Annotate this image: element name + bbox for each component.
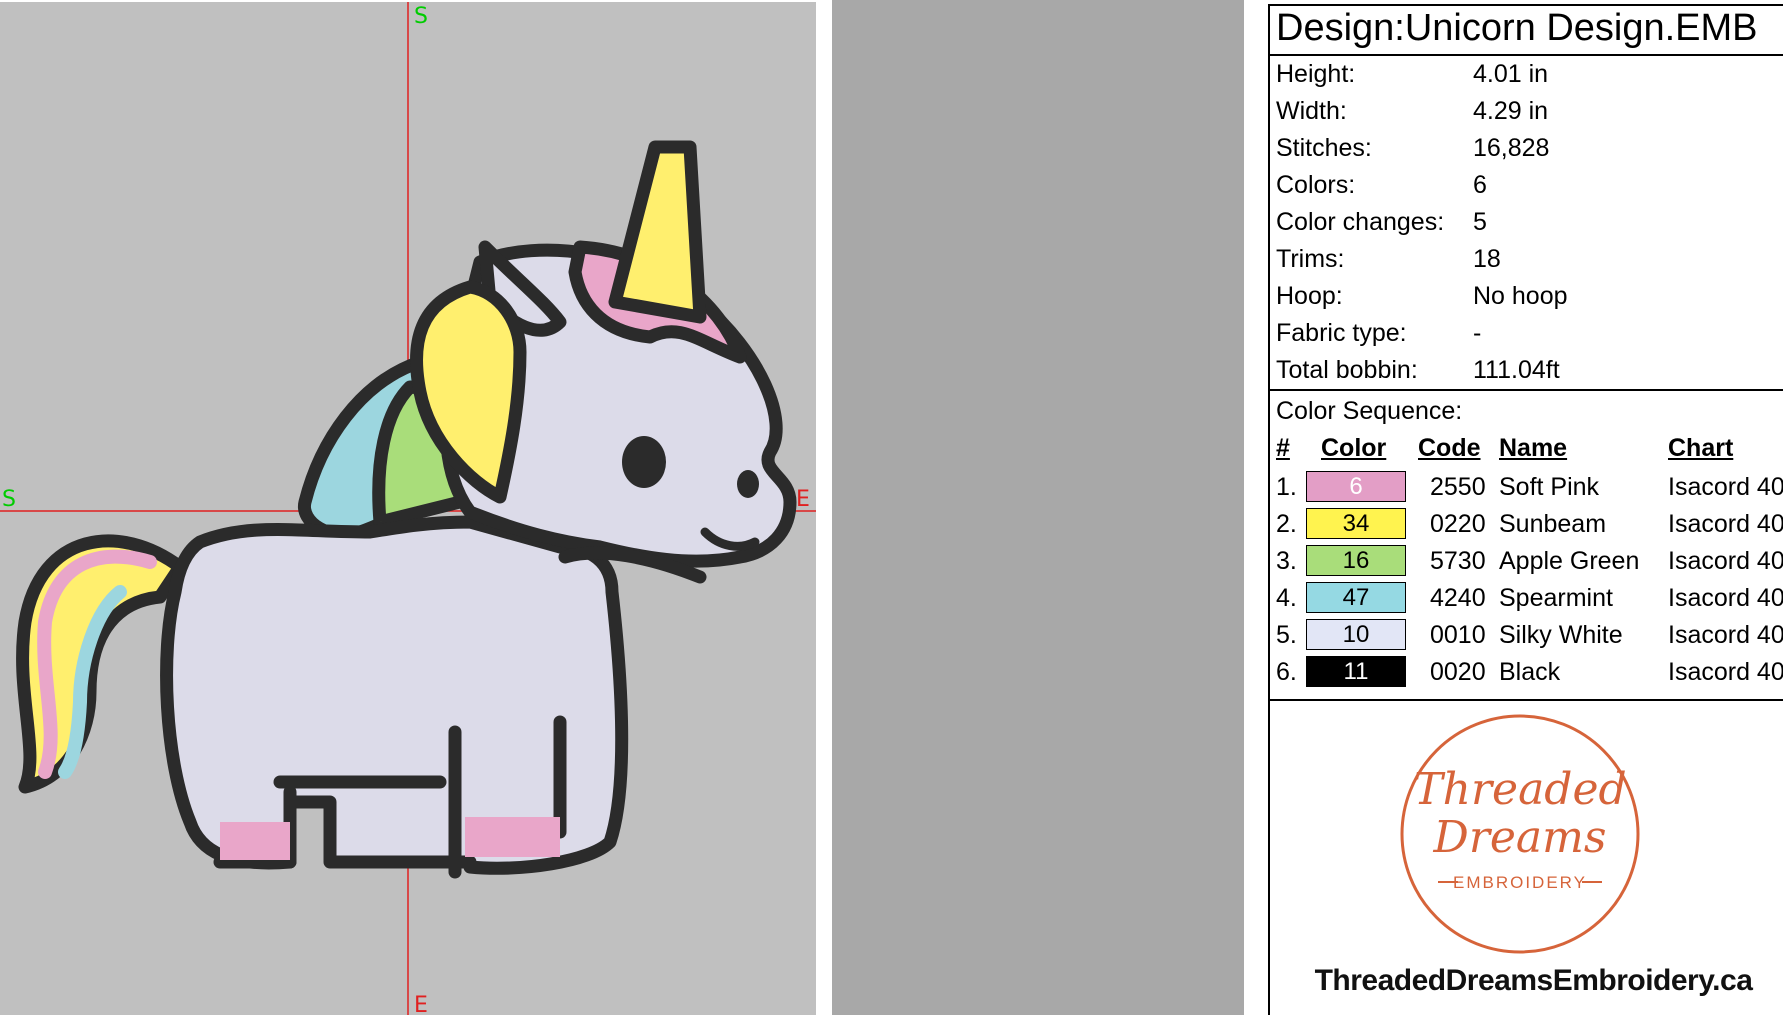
design-info-panel: Design:Unicorn Design.EMB Height: 4.01 in…: [1244, 0, 1783, 1015]
stat-value: -: [1473, 319, 1482, 347]
thread-name: Soft Pink: [1499, 473, 1600, 501]
stat-value: 6: [1473, 171, 1487, 199]
stitch-end-marker-bottom: E: [414, 993, 428, 1015]
stat-label: Stitches:: [1276, 134, 1372, 162]
thread-code: 0010: [1430, 621, 1486, 649]
canvas-border: [816, 0, 832, 1015]
thread-name: Apple Green: [1499, 547, 1640, 575]
row-index: 4.: [1276, 584, 1297, 612]
row-index: 5.: [1276, 621, 1297, 649]
stat-row: Stitches: 16,828: [1270, 130, 1783, 167]
thread-name: Black: [1499, 658, 1561, 686]
color-swatch: 47: [1306, 582, 1406, 613]
color-sequence-row[interactable]: 3. 16 5730 Apple Green Isacord 40: [1270, 543, 1783, 580]
thread-chart: Isacord 40: [1668, 473, 1783, 501]
design-stats: Height: 4.01 in Width: 4.29 in Stitches: 16,8…: [1270, 56, 1783, 389]
embroidery-design-viewer: S S E E Design:Unicorn Design.EMB Height…: [0, 0, 1783, 1015]
stat-label: Hoop:: [1276, 282, 1343, 310]
body: [160, 515, 629, 875]
color-sequence-title: Color Sequence:: [1270, 389, 1783, 429]
logo-text-embroidery: EMBROIDERY: [1453, 873, 1587, 892]
stat-label: Colors:: [1276, 171, 1356, 199]
header-code: Code: [1418, 434, 1481, 462]
stat-row: Color changes: 5: [1270, 204, 1783, 241]
design-title: Design:Unicorn Design.EMB: [1270, 4, 1783, 56]
color-sequence-table: # Color Code Name Chart 1. 6 2550 Soft Pink…: [1270, 429, 1783, 701]
thread-chart: Isacord 40: [1668, 584, 1783, 612]
row-index: 6.: [1276, 658, 1297, 686]
stat-label: Fabric type:: [1276, 319, 1407, 347]
stat-value: 111.04ft: [1473, 356, 1560, 384]
color-sequence-row[interactable]: 6. 11 0020 Black Isacord 40: [1270, 654, 1783, 691]
color-swatch: 16: [1306, 545, 1406, 576]
row-index: 1.: [1276, 473, 1297, 501]
header-index: #: [1276, 434, 1290, 462]
color-sequence-row[interactable]: 2. 34 0220 Sunbeam Isacord 40: [1270, 506, 1783, 543]
stat-row: Total bobbin: 111.04ft: [1270, 352, 1783, 389]
color-sequence-row[interactable]: 5. 10 0010 Silky White Isacord 40: [1270, 617, 1783, 654]
brand-logo: Threaded Dreams EMBROIDERY ThreadedDream…: [1270, 694, 1783, 1015]
horn: [608, 140, 707, 324]
stat-label: Trims:: [1276, 245, 1345, 273]
stat-value: 4.01 in: [1473, 60, 1549, 88]
color-swatch: 6: [1306, 471, 1406, 502]
stat-value: 5: [1473, 208, 1487, 236]
stat-value: 18: [1473, 245, 1501, 273]
stat-row: Fabric type: -: [1270, 315, 1783, 352]
stat-label: Total bobbin:: [1276, 356, 1418, 384]
header-name: Name: [1499, 434, 1568, 462]
stitch-end-marker-right: E: [796, 487, 810, 512]
unicorn-design-preview: [0, 2, 816, 1015]
stat-label: Width:: [1276, 97, 1347, 125]
color-swatch: 11: [1306, 656, 1406, 687]
stat-label: Height:: [1276, 60, 1356, 88]
thread-name: Spearmint: [1499, 584, 1613, 612]
stat-value: No hoop: [1473, 282, 1568, 310]
brand-website-url: ThreadedDreamsEmbroidery.ca: [1314, 964, 1753, 997]
thread-chart: Isacord 40: [1668, 658, 1783, 686]
thread-code: 4240: [1430, 584, 1486, 612]
thread-chart: Isacord 40: [1668, 510, 1783, 538]
stat-label: Color changes:: [1276, 208, 1445, 236]
thread-code: 2550: [1430, 473, 1486, 501]
stat-value: 4.29 in: [1473, 97, 1549, 125]
stat-row: Trims: 18: [1270, 241, 1783, 278]
eye: [622, 436, 666, 488]
design-canvas[interactable]: S S E E: [0, 0, 816, 1015]
thread-name: Sunbeam: [1499, 510, 1607, 538]
header-color: Color: [1321, 434, 1387, 462]
thread-code: 0020: [1430, 658, 1486, 686]
thread-code: 5730: [1430, 547, 1486, 575]
stitch-start-marker-left: S: [2, 487, 16, 512]
workspace-background: [832, 0, 1244, 1015]
stat-row: Hoop: No hoop: [1270, 278, 1783, 315]
header-chart: Chart: [1668, 434, 1734, 462]
stat-row: Width: 4.29 in: [1270, 93, 1783, 130]
logo-text-threaded: Threaded: [1413, 764, 1626, 815]
nostril: [737, 470, 759, 498]
logo-text-dreams: Dreams: [1433, 812, 1607, 863]
color-sequence-row[interactable]: 1. 6 2550 Soft Pink Isacord 40: [1270, 469, 1783, 506]
color-sequence-row[interactable]: 4. 47 4240 Spearmint Isacord 40: [1270, 580, 1783, 617]
color-swatch: 34: [1306, 508, 1406, 539]
color-swatch: 10: [1306, 619, 1406, 650]
thread-chart: Isacord 40: [1668, 547, 1783, 575]
stat-value: 16,828: [1473, 134, 1550, 162]
threaded-dreams-logo: Threaded Dreams EMBROIDERY: [1400, 714, 1640, 954]
stat-row: Colors: 6: [1270, 167, 1783, 204]
row-index: 2.: [1276, 510, 1297, 538]
row-index: 3.: [1276, 547, 1297, 575]
thread-code: 0220: [1430, 510, 1486, 538]
stat-row: Height: 4.01 in: [1270, 56, 1783, 93]
thread-name: Silky White: [1499, 621, 1623, 649]
thread-chart: Isacord 40: [1668, 621, 1783, 649]
stitch-start-marker-top: S: [414, 4, 428, 29]
